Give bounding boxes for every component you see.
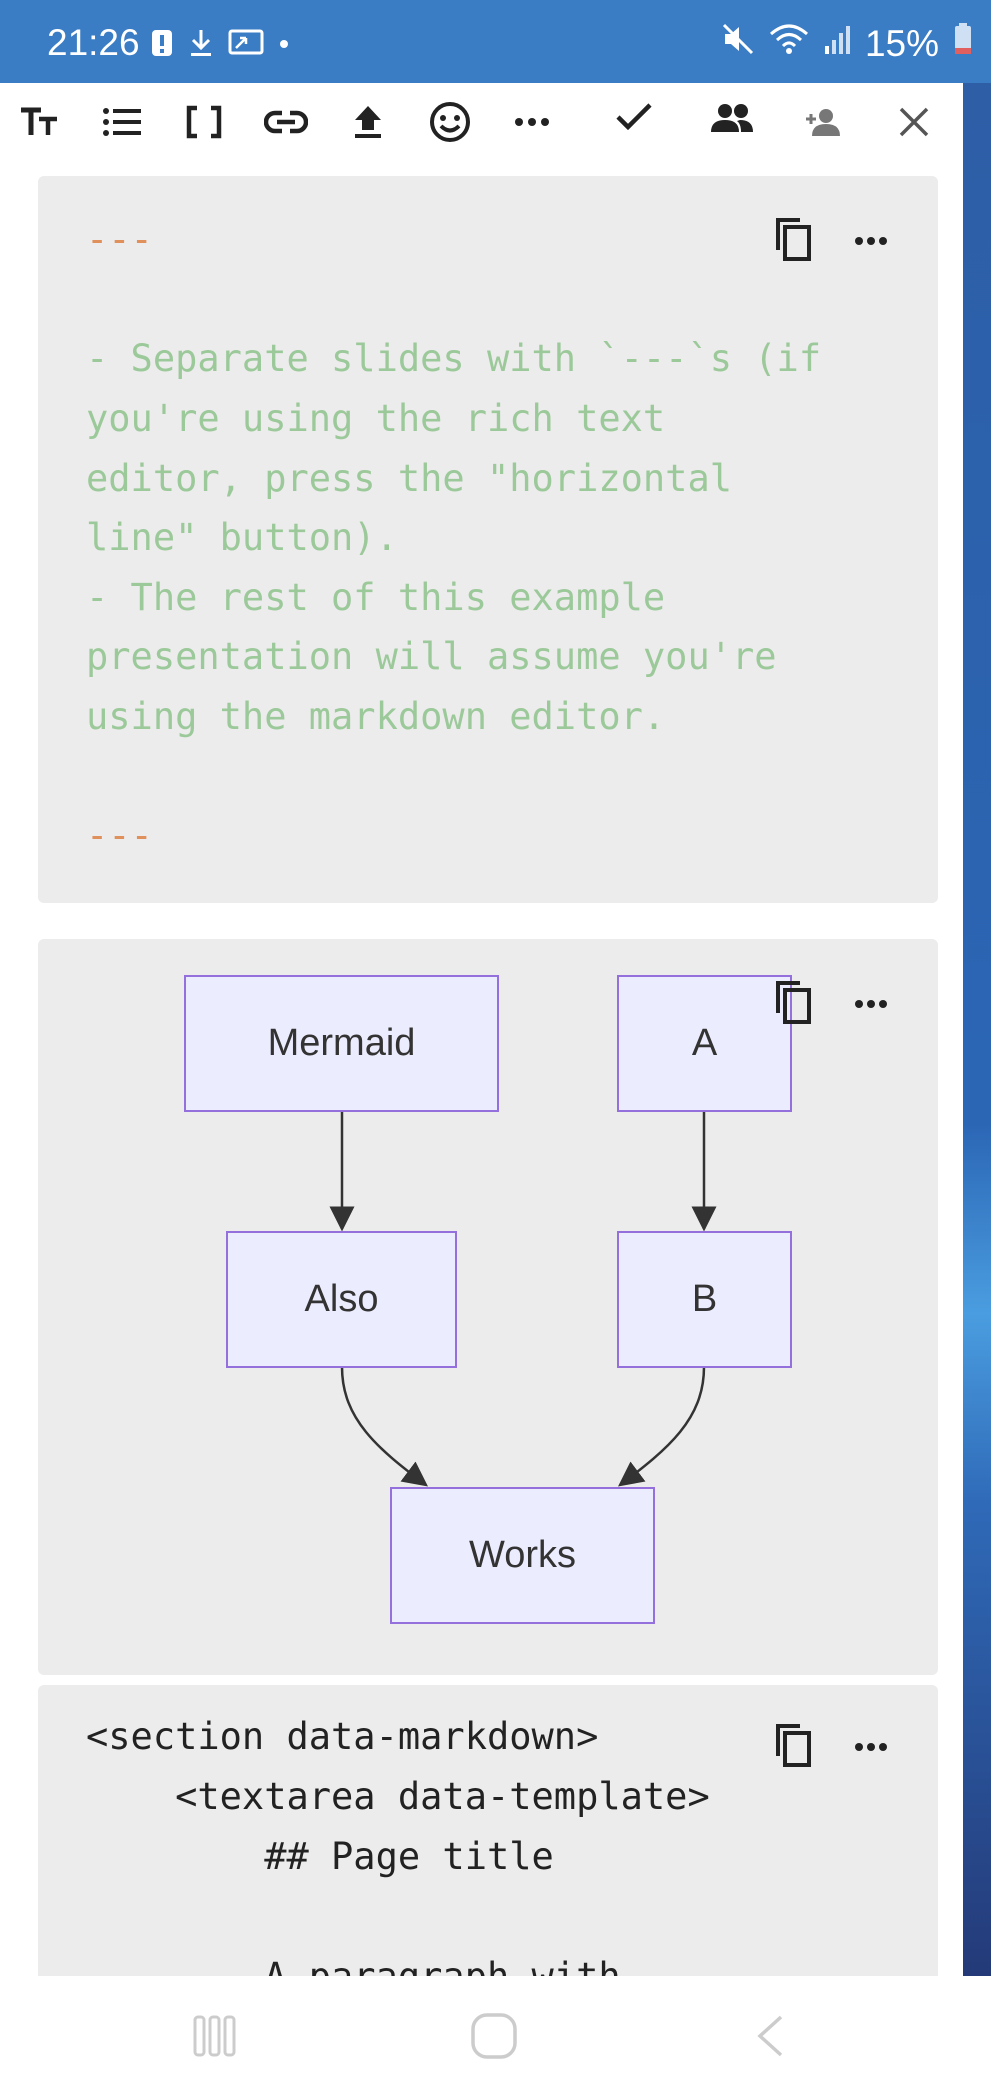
status-time: 21:26 <box>47 22 140 63</box>
more-icon[interactable] <box>502 83 562 161</box>
close-icon[interactable] <box>884 83 944 161</box>
emoji-icon[interactable] <box>420 83 480 161</box>
wifi-icon <box>769 22 809 65</box>
edge-also-works <box>340 1366 428 1487</box>
code-block-card: --- - Separate slides with `---`s (if yo… <box>38 176 938 903</box>
code-line: --- <box>86 218 153 261</box>
code-line: A paragraph with <box>86 1955 620 1976</box>
code-line: presentation will assume you're <box>86 635 777 678</box>
add-person-icon[interactable] <box>794 83 854 161</box>
code-line: ## Page title <box>86 1835 554 1878</box>
recent-apps-icon[interactable] <box>185 2006 245 2066</box>
background-edge <box>963 83 991 1976</box>
battery-icon <box>953 22 973 65</box>
list-icon[interactable] <box>92 83 152 161</box>
diagram-node-also: Also <box>226 1231 457 1368</box>
code-line: using the markdown editor. <box>86 695 666 738</box>
code-line: you're using the rich text <box>86 397 666 440</box>
link-icon[interactable] <box>256 83 316 161</box>
code-line: line" button). <box>86 516 398 559</box>
edge-b-works <box>618 1366 706 1487</box>
mute-icon <box>721 22 755 65</box>
code-line: - The rest of this example <box>86 576 666 619</box>
diagram-node-b: B <box>617 1231 792 1368</box>
navigation-bar <box>0 1976 991 2092</box>
home-icon[interactable] <box>464 2006 524 2066</box>
download-icon <box>188 28 214 63</box>
code-line: --- <box>86 814 153 857</box>
dot-icon <box>278 28 290 63</box>
brackets-icon[interactable] <box>174 83 234 161</box>
text-size-icon[interactable] <box>10 83 70 161</box>
battery-text: 15% <box>864 22 939 64</box>
diagram-node-works: Works <box>390 1487 655 1624</box>
editor-toolbar <box>0 83 963 161</box>
diagram-node-a: A <box>617 975 792 1112</box>
code-block-card: <section data-markdown> <textarea data-t… <box>38 1685 938 1976</box>
status-bar: 21:26 15% <box>0 0 991 83</box>
code-line: editor, press the "horizontal <box>86 457 733 500</box>
upload-icon[interactable] <box>338 83 398 161</box>
more-options-icon[interactable] <box>854 233 888 251</box>
editor-content[interactable]: --- - Separate slides with `---`s (if yo… <box>0 161 963 1976</box>
copy-icon[interactable] <box>772 979 812 1030</box>
check-icon[interactable] <box>604 77 664 155</box>
mermaid-diagram-card: Mermaid A Also B Works <box>38 939 938 1675</box>
back-icon[interactable] <box>740 2006 800 2066</box>
people-icon[interactable] <box>702 79 762 157</box>
code-line: - Separate slides with `---`s (if <box>86 337 822 380</box>
diagram-node-mermaid: Mermaid <box>184 975 499 1112</box>
signal-icon <box>823 22 851 65</box>
alert-icon <box>150 28 174 63</box>
copy-icon[interactable] <box>772 1722 812 1773</box>
more-options-icon[interactable] <box>854 1739 888 1757</box>
more-options-icon[interactable] <box>854 996 888 1014</box>
code-line: <section data-markdown> <box>86 1715 599 1758</box>
screen-cast-icon <box>228 28 264 63</box>
code-line: <textarea data-template> <box>86 1775 710 1818</box>
copy-icon[interactable] <box>772 216 812 267</box>
